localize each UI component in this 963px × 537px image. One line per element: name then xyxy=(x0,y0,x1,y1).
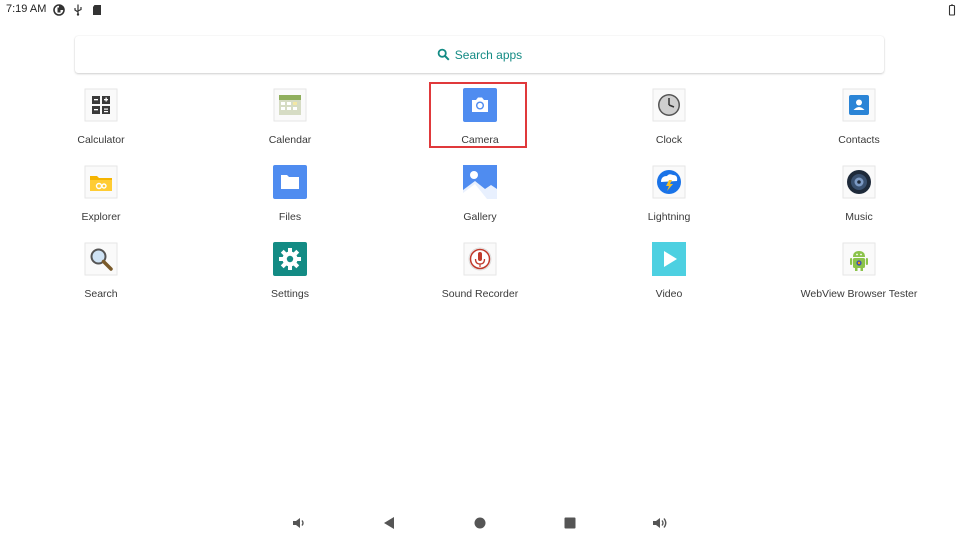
app-explorer[interactable]: Explorer xyxy=(16,161,186,229)
app-clock[interactable]: Clock xyxy=(584,84,754,152)
navigation-bar xyxy=(0,510,963,536)
back-icon[interactable] xyxy=(381,515,397,531)
app-label: Clock xyxy=(655,134,683,146)
volume-down-icon[interactable] xyxy=(291,515,307,531)
camera-highlight-box xyxy=(429,82,527,148)
app-search[interactable]: Search xyxy=(16,238,186,306)
status-time: 7:19 AM xyxy=(6,3,47,15)
music-icon xyxy=(842,165,876,199)
calculator-icon xyxy=(84,88,118,122)
app-label: Calendar xyxy=(268,134,312,146)
app-label: Files xyxy=(278,211,302,223)
app-label: Video xyxy=(655,288,683,300)
app-label: Gallery xyxy=(463,211,497,223)
app-lightning[interactable]: Lightning xyxy=(584,161,754,229)
files-icon xyxy=(273,165,307,199)
sd-card-icon xyxy=(91,3,103,15)
app-settings[interactable]: Settings xyxy=(205,238,375,306)
settings-gear-icon xyxy=(273,242,307,276)
clock-icon xyxy=(652,88,686,122)
usb-icon xyxy=(72,3,84,16)
battery-icon xyxy=(946,3,958,16)
app-sound-recorder[interactable]: Sound Recorder xyxy=(395,238,565,306)
calendar-icon xyxy=(273,88,307,122)
app-label: Music xyxy=(845,211,873,223)
magnifier-icon xyxy=(84,242,118,276)
search-icon xyxy=(437,48,450,61)
microphone-icon xyxy=(463,242,497,276)
app-label: Sound Recorder xyxy=(441,288,519,300)
recents-icon[interactable] xyxy=(562,515,578,531)
contacts-icon xyxy=(842,88,876,122)
app-video[interactable]: Video xyxy=(584,238,754,306)
app-label: Explorer xyxy=(81,211,121,223)
android-robot-icon xyxy=(842,242,876,276)
app-label: WebView Browser Tester xyxy=(800,288,918,300)
app-music[interactable]: Music xyxy=(774,161,944,229)
app-files[interactable]: Files xyxy=(205,161,375,229)
lightning-icon xyxy=(652,165,686,199)
app-webview-browser-tester[interactable]: WebView Browser Tester xyxy=(774,238,944,306)
home-icon[interactable] xyxy=(472,515,488,531)
app-calculator[interactable]: Calculator xyxy=(16,84,186,152)
data-saver-icon xyxy=(53,3,65,16)
volume-up-icon[interactable] xyxy=(652,515,668,531)
app-label: Calculator xyxy=(77,134,125,146)
gallery-icon xyxy=(463,165,497,199)
app-label: Settings xyxy=(271,288,309,300)
search-apps-bar[interactable]: Search apps xyxy=(75,36,884,73)
status-bar: 7:19 AM xyxy=(0,0,963,20)
search-placeholder: Search apps xyxy=(454,47,523,62)
explorer-icon xyxy=(84,165,118,199)
app-label: Search xyxy=(84,288,118,300)
app-gallery[interactable]: Gallery xyxy=(395,161,565,229)
app-label: Lightning xyxy=(647,211,691,223)
video-play-icon xyxy=(652,242,686,276)
app-label: Contacts xyxy=(838,134,880,146)
app-contacts[interactable]: Contacts xyxy=(774,84,944,152)
status-icons xyxy=(53,3,103,16)
app-calendar[interactable]: Calendar xyxy=(205,84,375,152)
